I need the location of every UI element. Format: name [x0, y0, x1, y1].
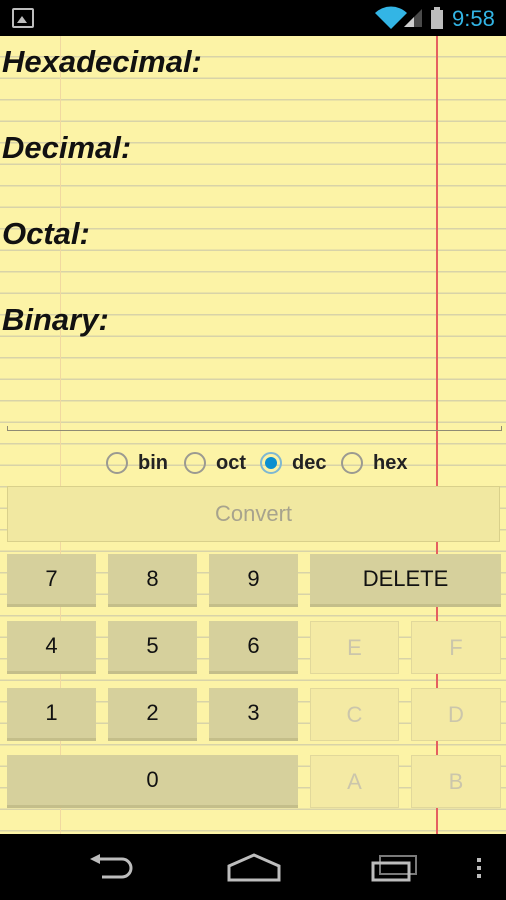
overflow-menu-icon[interactable] [475, 856, 483, 880]
home-icon[interactable] [226, 852, 282, 882]
radio-bin[interactable]: bin [106, 446, 168, 480]
key-E[interactable]: E [310, 621, 399, 674]
key-D[interactable]: D [411, 688, 501, 741]
key-8[interactable]: 8 [108, 554, 197, 607]
notepad-background: Hexadecimal: Decimal: Octal: Binary: bin… [0, 36, 506, 834]
cell-signal-icon [404, 9, 422, 27]
radio-hex[interactable]: hex [341, 446, 407, 480]
image-notification-icon [12, 8, 34, 28]
delete-button[interactable]: DELETE [310, 554, 501, 607]
key-7[interactable]: 7 [7, 554, 96, 607]
radio-hex-label: hex [373, 451, 408, 474]
radio-dec-circle[interactable] [260, 452, 282, 474]
binary-label: Binary: [2, 302, 109, 337]
key-C[interactable]: C [310, 688, 399, 741]
radio-hex-circle[interactable] [341, 452, 363, 474]
radio-oct[interactable]: oct [184, 446, 246, 480]
key-9[interactable]: 9 [209, 554, 298, 607]
key-5[interactable]: 5 [108, 621, 197, 674]
recent-apps-icon[interactable] [370, 854, 420, 882]
navigation-bar [0, 834, 506, 900]
clock: 9:58 [452, 6, 495, 31]
number-input-field[interactable] [7, 426, 502, 431]
key-F[interactable]: F [411, 621, 501, 674]
radio-oct-label: oct [216, 451, 246, 474]
battery-icon [431, 7, 443, 29]
key-3[interactable]: 3 [209, 688, 298, 741]
key-1[interactable]: 1 [7, 688, 96, 741]
key-A[interactable]: A [310, 755, 399, 808]
radio-bin-label: bin [138, 451, 168, 474]
key-B[interactable]: B [411, 755, 501, 808]
key-6[interactable]: 6 [209, 621, 298, 674]
radio-oct-circle[interactable] [184, 452, 206, 474]
radio-dec-selected-dot [265, 457, 277, 469]
base-radio-group: bin oct dec hex [0, 446, 506, 480]
radio-dec[interactable]: dec [260, 446, 326, 480]
octal-label: Octal: [2, 216, 90, 251]
status-bar: 9:58 [0, 0, 506, 36]
hexadecimal-label: Hexadecimal: [2, 44, 202, 79]
key-0[interactable]: 0 [7, 755, 298, 808]
back-icon[interactable] [88, 854, 138, 880]
radio-bin-circle[interactable] [106, 452, 128, 474]
key-2[interactable]: 2 [108, 688, 197, 741]
radio-dec-label: dec [292, 451, 327, 474]
convert-button[interactable]: Convert [7, 486, 500, 542]
key-4[interactable]: 4 [7, 621, 96, 674]
decimal-label: Decimal: [2, 130, 132, 165]
